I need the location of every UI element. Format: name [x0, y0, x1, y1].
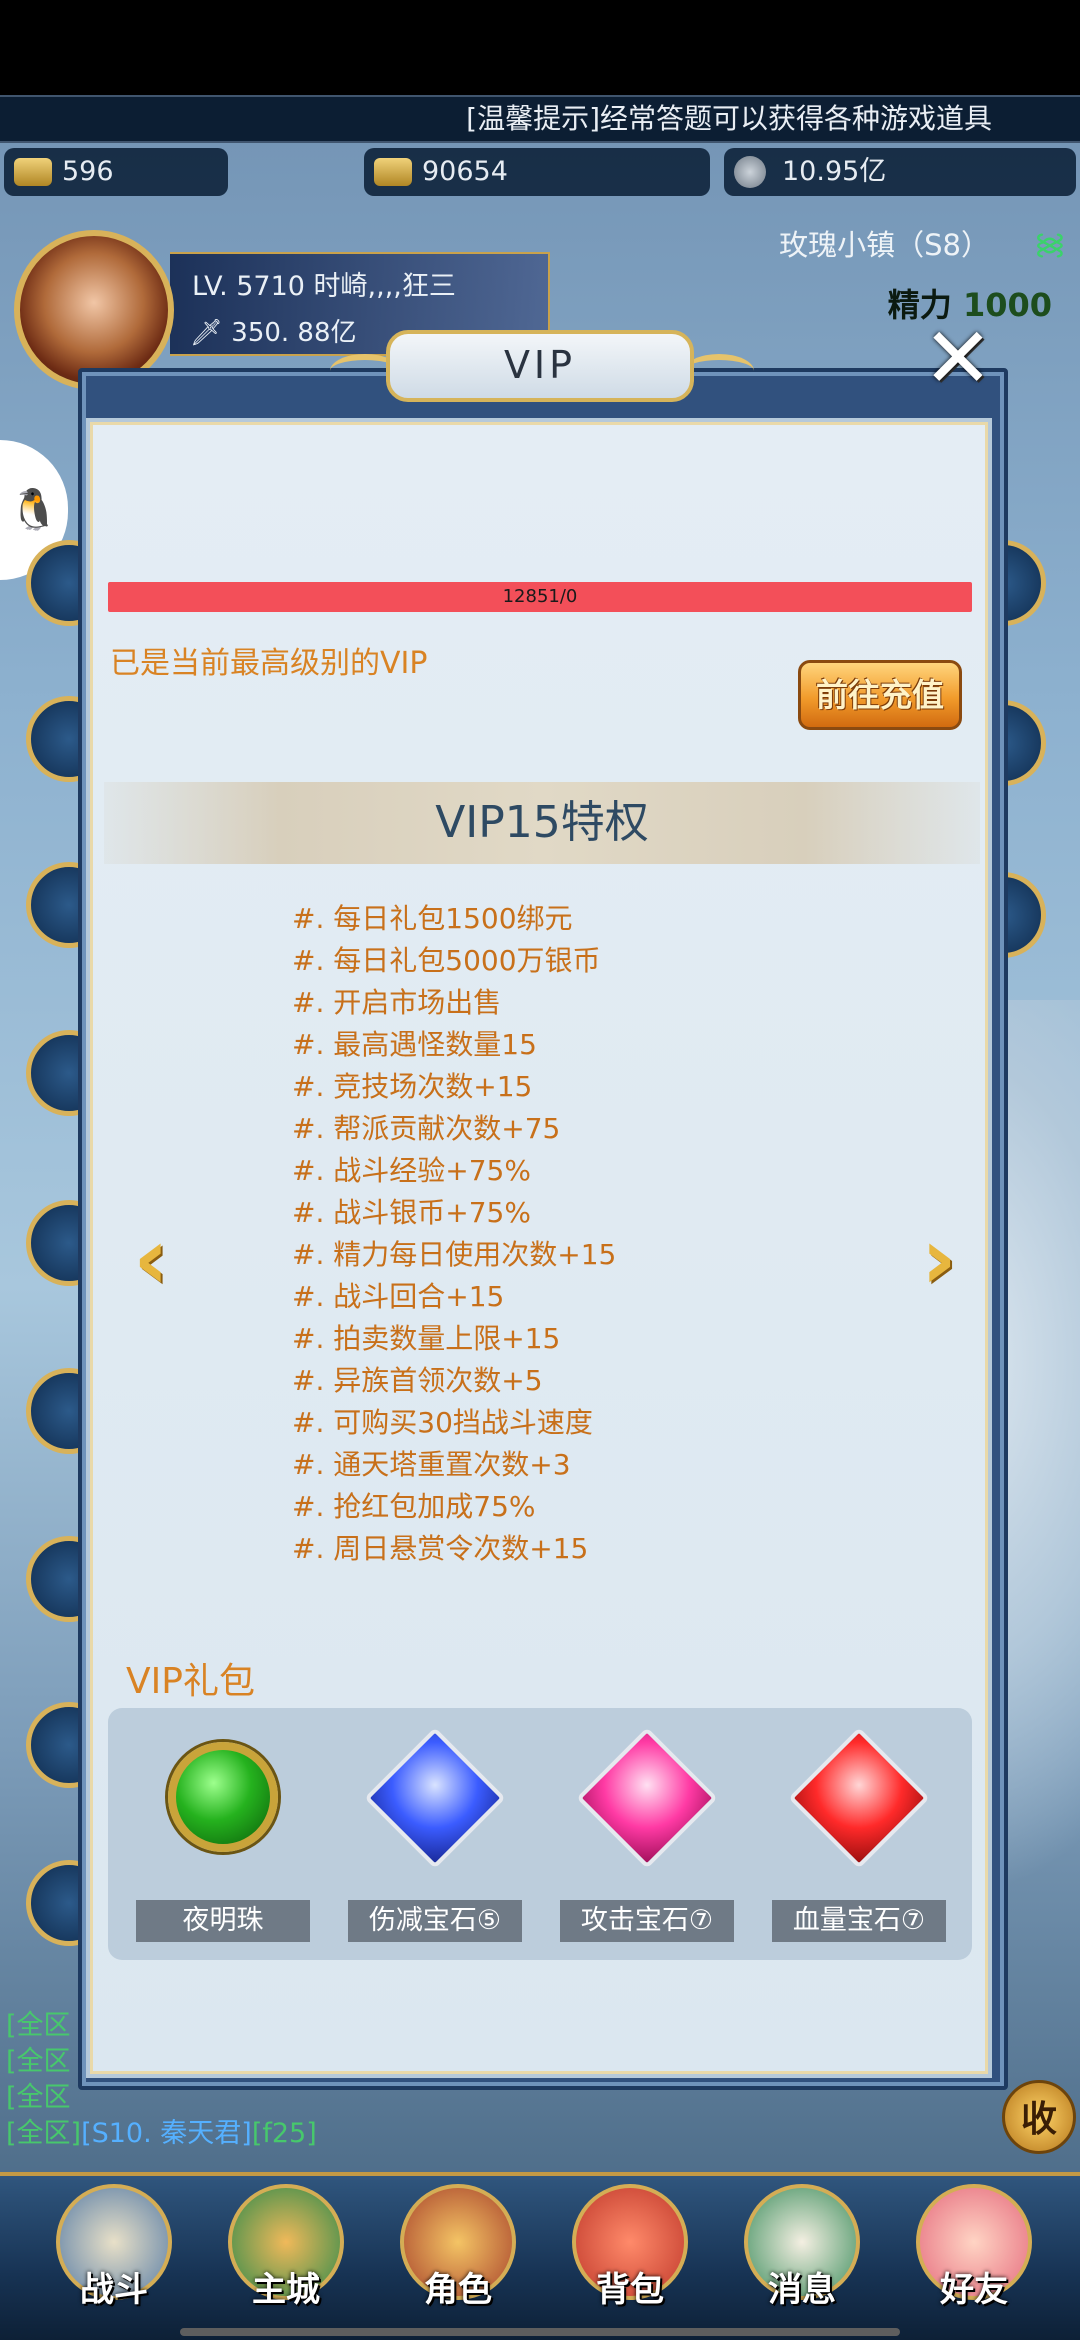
silver-coin-icon	[734, 156, 766, 188]
player-power: 🗡 350. 88亿	[190, 312, 357, 349]
gift-section-title: VIP礼包	[126, 1661, 255, 1702]
gift-item-damage-reduction-gem[interactable]: 伤减宝石⑤	[348, 1727, 522, 1950]
notice-ticker: [温馨提示]经常答题可以获得各种游戏道具	[0, 95, 1080, 143]
nav-friends-label: 好友	[940, 2270, 1008, 2310]
nav-messages-label: 消息	[768, 2270, 836, 2310]
privilege-item: #. 可购买30挡战斗速度	[292, 1406, 593, 1439]
chat-sender[interactable]: [S10. 秦天君]	[81, 2118, 252, 2149]
privilege-item: #. 开启市场出售	[292, 986, 502, 1019]
gift-name: 血量宝石⑦	[772, 1900, 946, 1942]
chat-channel: [全区]	[6, 2118, 82, 2149]
nav-bag-label: 背包	[596, 2270, 664, 2310]
nav-city[interactable]: 主城	[216, 2184, 356, 2334]
max-vip-message: 已是当前最高级别的VIP	[110, 646, 428, 681]
privilege-item: #. 拍卖数量上限+15	[292, 1322, 561, 1355]
pink-gem-icon	[576, 1727, 718, 1869]
nav-character[interactable]: 角色	[388, 2184, 528, 2334]
next-level-arrow-icon[interactable]: ›	[906, 1216, 972, 1302]
nav-battle-label: 战斗	[80, 2270, 148, 2310]
privilege-item: #. 战斗银币+75%	[292, 1196, 531, 1229]
privilege-item: #. 战斗回合+15	[292, 1280, 505, 1313]
privilege-item: #. 每日礼包1500绑元	[292, 902, 573, 935]
close-icon[interactable]: ✕	[918, 316, 998, 400]
player-level-name: LV. 5710 时崎,,,,狂三	[192, 271, 456, 302]
resource-silver[interactable]: 10.95亿	[724, 148, 1076, 196]
nav-messages[interactable]: 消息	[732, 2184, 872, 2334]
nav-battle[interactable]: 战斗	[44, 2184, 184, 2334]
title-ornament-right	[684, 354, 754, 388]
gift-item-hp-gem[interactable]: 血量宝石⑦	[772, 1727, 946, 1950]
privilege-item: #. 帮派贡献次数+75	[292, 1112, 561, 1145]
gift-item-night-pearl[interactable]: 夜明珠	[136, 1738, 310, 1950]
resource-gold[interactable]: 596	[4, 148, 228, 196]
vip-exp-bar: 12851/0	[108, 582, 972, 612]
home-indicator[interactable]	[180, 2328, 900, 2336]
silver-value: 10.95亿	[782, 156, 887, 187]
nav-bag[interactable]: 背包	[560, 2184, 700, 2334]
privilege-item: #. 抢红包加成75%	[292, 1490, 536, 1523]
privilege-item: #. 异族首领次数+5	[292, 1364, 543, 1397]
gold-value: 596	[62, 156, 114, 187]
bound-gold-icon	[374, 158, 412, 186]
gift-name: 攻击宝石⑦	[560, 1900, 734, 1942]
previous-level-arrow-icon[interactable]: ‹	[118, 1216, 184, 1302]
sword-icon: 🗡	[190, 318, 224, 348]
red-gem-icon	[788, 1727, 930, 1869]
privilege-section-title: VIP15特权	[104, 782, 980, 864]
privilege-item: #. 每日礼包5000万银币	[292, 944, 601, 977]
player-avatar[interactable]	[14, 230, 174, 390]
gift-name: 夜明珠	[136, 1900, 310, 1942]
system-status-bar	[0, 0, 1080, 95]
recharge-button[interactable]: 前往充值	[798, 660, 962, 730]
nav-friends[interactable]: 好友	[904, 2184, 1044, 2334]
resource-bound-gold[interactable]: 90654	[364, 148, 710, 196]
privilege-item: #. 周日悬赏令次数+15	[292, 1532, 589, 1565]
bound-gold-value: 90654	[422, 156, 508, 187]
nav-character-label: 角色	[424, 2270, 492, 2310]
dialog-title: VIP	[386, 330, 694, 402]
gift-name: 伤减宝石⑤	[348, 1900, 522, 1942]
privilege-item: #. 精力每日使用次数+15	[292, 1238, 617, 1271]
privilege-item: #. 通天塔重置次数+3	[292, 1448, 571, 1481]
bottom-navigation: 战斗 主城 角色 背包 消息 好友	[0, 2172, 1080, 2340]
gift-item-attack-gem[interactable]: 攻击宝石⑦	[560, 1727, 734, 1950]
blue-gem-icon	[364, 1727, 506, 1869]
privilege-list: #. 每日礼包1500绑元 #. 每日礼包5000万银币 #. 开启市场出售 #…	[292, 898, 616, 1570]
privilege-item: #. 战斗经验+75%	[292, 1154, 531, 1187]
privilege-item: #. 竞技场次数+15	[292, 1070, 533, 1103]
chat-line: [全区][S10. 秦天君][f25]	[6, 2116, 317, 2152]
collapse-button[interactable]: 收	[1002, 2080, 1076, 2154]
player-power-value: 350. 88亿	[231, 318, 357, 348]
chat-message: [f25]	[251, 2118, 317, 2149]
night-pearl-icon	[163, 1742, 283, 1862]
privilege-item: #. 最高遇怪数量15	[292, 1028, 537, 1061]
wifi-icon: ᯼	[1033, 227, 1066, 262]
vip-exp-text: 12851/0	[502, 586, 578, 607]
server-name: 玫瑰小镇（S8）	[779, 228, 990, 262]
gold-ingot-icon	[14, 158, 52, 186]
nav-city-label: 主城	[252, 2270, 320, 2310]
